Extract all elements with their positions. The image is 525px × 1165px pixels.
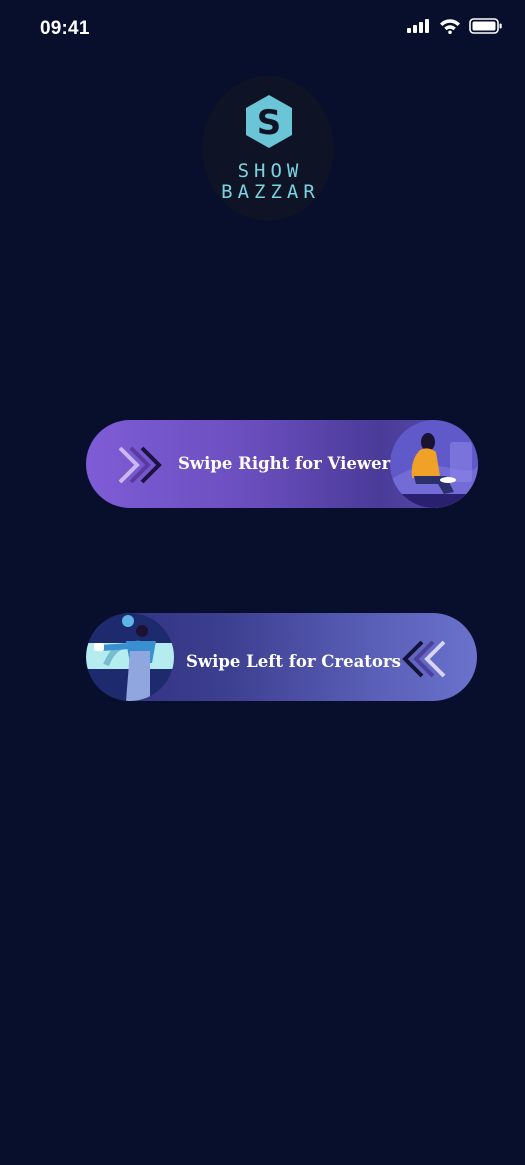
swipe-right-viewers-button[interactable]: Swipe Right for Viewers [86,420,478,508]
chevron-left-icon [402,640,446,678]
logo-hex-icon: S [246,95,292,148]
logo-letter: S [257,103,282,143]
wifi-icon [440,19,460,34]
swipe-left-label: Swipe Left for Creators [186,652,401,671]
viewer-illustration [390,420,478,508]
status-icons [407,17,503,35]
battery-icon [469,18,502,34]
status-bar: 09:41 [0,0,525,60]
swipe-left-creators-button[interactable]: Swipe Left for Creators [86,613,477,701]
creator-illustration [86,613,174,701]
swipe-right-label: Swipe Right for Viewers [178,454,400,473]
logo-text-line1: SHOW [237,160,304,182]
app-logo: S SHOW BAZZAR [202,76,334,221]
chevron-right-icon [118,446,162,484]
logo-text-line2: BAZZAR [221,181,320,203]
signal-icon [407,19,429,33]
status-time: 09:41 [40,18,90,39]
